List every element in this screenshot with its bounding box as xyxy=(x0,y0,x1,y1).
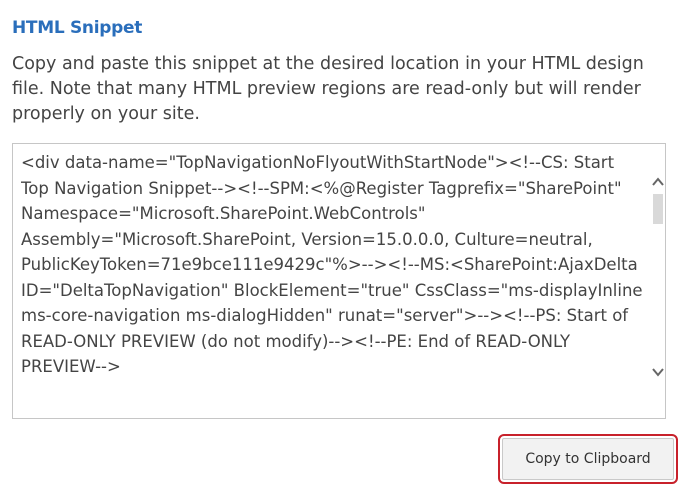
chevron-down-icon[interactable] xyxy=(651,364,665,378)
snippet-code[interactable]: <div data-name="TopNavigationNoFlyoutWit… xyxy=(21,150,645,414)
scrollbar-thumb[interactable] xyxy=(653,194,663,224)
copy-to-clipboard-button[interactable]: Copy to Clipboard xyxy=(498,434,678,484)
section-heading: HTML Snippet xyxy=(12,18,143,38)
snippet-textbox[interactable]: <div data-name="TopNavigationNoFlyoutWit… xyxy=(12,143,666,419)
chevron-up-icon[interactable] xyxy=(651,174,665,188)
vertical-scrollbar[interactable] xyxy=(651,144,665,418)
section-description: Copy and paste this snippet at the desir… xyxy=(12,54,644,124)
